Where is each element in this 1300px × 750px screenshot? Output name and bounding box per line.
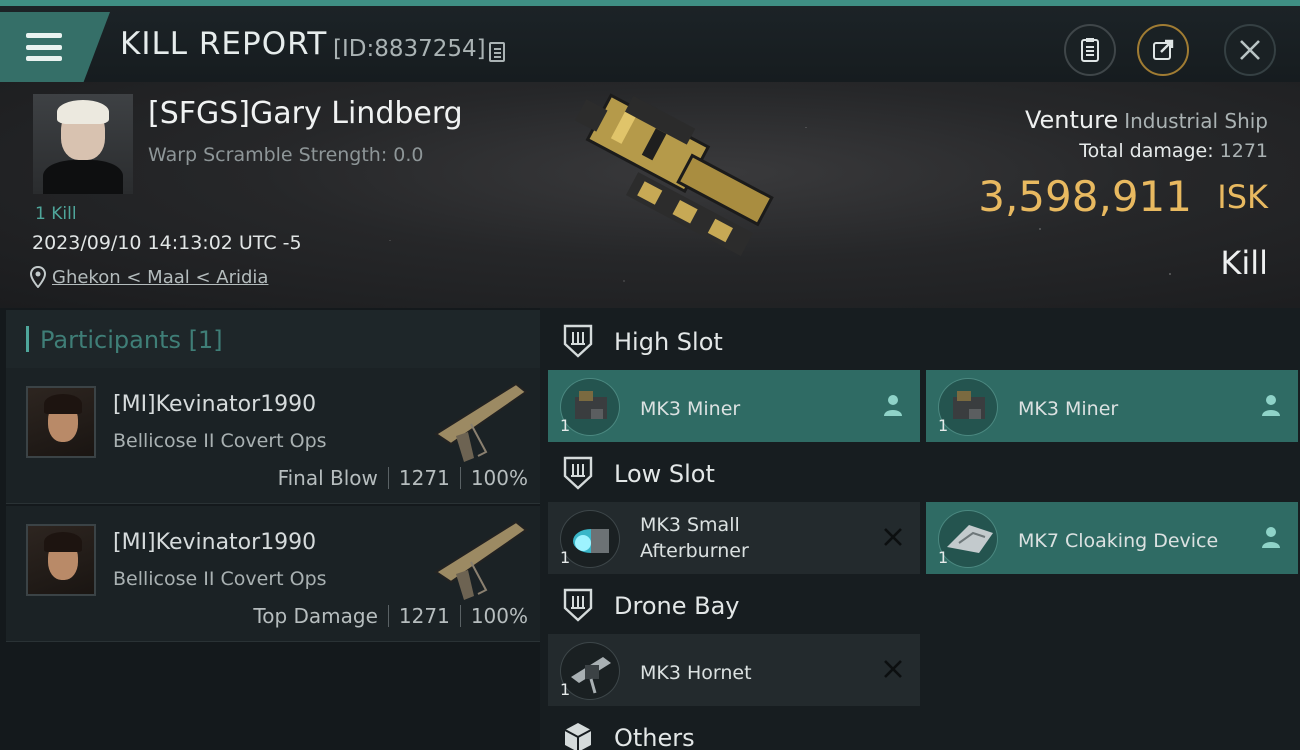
participant-damage: 1271 — [398, 466, 450, 490]
drone-bay-label: Drone Bay — [614, 592, 740, 620]
pilot-icon — [884, 395, 902, 416]
share-icon — [1153, 39, 1174, 60]
participant-ship-icon — [434, 382, 528, 462]
fitting-panel: High Slot 1 MK3 Miner 1 MK3 Miner Low Sl… — [540, 308, 1300, 750]
participant-name: [MI]Kevinator1990 — [113, 392, 317, 417]
drone-bay-icon — [563, 588, 593, 622]
copy-icon[interactable] — [489, 42, 505, 62]
close-button[interactable] — [1224, 24, 1276, 76]
module-qty: 1 — [938, 416, 949, 435]
high-slot-icon — [563, 324, 593, 358]
drone-bay-section: Drone Bay — [548, 576, 1300, 634]
module-name: MK3 Miner — [1018, 398, 1119, 420]
participant-percent: 100% — [470, 604, 528, 628]
module-name: MK7 Cloaking Device — [1018, 530, 1219, 552]
destroyed-icon — [884, 660, 902, 678]
participants-header: Participants [1] — [6, 310, 540, 368]
high-slot-label: High Slot — [614, 328, 723, 356]
clipboard-button[interactable] — [1064, 24, 1116, 76]
module-slot[interactable]: 1 MK7 Cloaking Device — [926, 502, 1298, 574]
location-link[interactable]: Ghekon < Maal < Aridia — [30, 266, 268, 288]
others-section: Others — [548, 708, 1300, 750]
menu-button[interactable] — [0, 12, 110, 82]
low-slot-label: Low Slot — [614, 460, 715, 488]
module-slot[interactable]: 1 MK3 Miner — [926, 370, 1298, 442]
participant-stats: Top Damage 1271 100% — [253, 604, 528, 628]
close-icon — [1240, 40, 1260, 60]
isk-value: 3,598,911 — [978, 172, 1192, 221]
ship-name[interactable]: Venture — [1025, 106, 1118, 134]
low-slot-icon — [563, 456, 593, 490]
share-button[interactable] — [1137, 24, 1189, 76]
participants-panel: Participants [1] [MI]Kevinator1990 Belli… — [0, 308, 540, 750]
module-slot[interactable]: 1 MK3 Miner — [548, 370, 920, 442]
low-slot-section: Low Slot — [548, 444, 1300, 502]
total-damage-label: Total damage: — [1079, 140, 1214, 162]
module-qty: 1 — [560, 416, 571, 435]
top-bar: KILL REPORT [ID:8837254] — [0, 0, 1300, 82]
participant-percent: 100% — [470, 466, 528, 490]
victim-name[interactable]: [SFGS]Gary Lindberg — [148, 96, 463, 131]
participant-row[interactable]: [MI]Kevinator1990 Bellicose II Covert Op… — [6, 506, 540, 642]
hamburger-icon — [26, 33, 62, 61]
module-name: MK3 Hornet — [640, 662, 752, 684]
location-text: Ghekon < Maal < Aridia — [52, 266, 269, 288]
page-title: KILL REPORT — [120, 26, 328, 62]
module-name: MK3 Miner — [640, 398, 741, 420]
module-slot[interactable]: 1 MK3 Small Afterburner — [548, 502, 920, 574]
location-pin-icon — [30, 266, 46, 288]
module-name: MK3 Small Afterburner — [640, 514, 749, 562]
participant-ship: Bellicose II Covert Ops — [113, 430, 327, 452]
ship-image — [575, 93, 774, 257]
ship-name-line: Venture Industrial Ship — [1025, 106, 1268, 134]
kill-result: Kill — [1220, 244, 1268, 282]
participant-stats: Final Blow 1271 100% — [278, 466, 528, 490]
pilot-icon — [1262, 395, 1280, 416]
participant-avatar[interactable] — [26, 386, 96, 458]
participant-damage: 1271 — [398, 604, 450, 628]
high-slot-section: High Slot — [548, 312, 1300, 370]
participant-role: Top Damage — [253, 604, 378, 628]
participant-row[interactable]: [MI]Kevinator1990 Bellicose II Covert Op… — [6, 368, 540, 504]
kill-datetime: 2023/09/10 14:13:02 UTC -5 — [32, 232, 302, 254]
kill-summary-header: [SFGS]Gary Lindberg Warp Scramble Streng… — [0, 82, 1300, 308]
module-qty: 1 — [560, 548, 571, 567]
total-damage-value: 1271 — [1219, 140, 1268, 162]
participant-ship-icon — [434, 520, 528, 600]
module-slot[interactable]: 1 MK3 Hornet — [548, 634, 920, 706]
report-id: [ID:8837254] — [333, 36, 486, 62]
kill-count: 1 Kill — [35, 204, 77, 224]
others-label: Others — [614, 724, 695, 750]
participant-role: Final Blow — [277, 466, 378, 490]
destroyed-icon — [884, 528, 902, 546]
isk-label: ISK — [1217, 178, 1268, 216]
total-damage: Total damage: 1271 — [1079, 140, 1268, 162]
ship-class: Industrial Ship — [1124, 109, 1268, 133]
module-qty: 1 — [560, 680, 571, 699]
cube-icon — [564, 723, 592, 750]
pilot-icon — [1262, 527, 1280, 548]
participant-name: [MI]Kevinator1990 — [113, 530, 317, 555]
participant-ship: Bellicose II Covert Ops — [113, 568, 327, 590]
warp-scramble-strength: Warp Scramble Strength: 0.0 — [148, 144, 424, 166]
clipboard-icon — [1081, 38, 1099, 62]
module-qty: 1 — [938, 548, 949, 567]
victim-portrait[interactable] — [33, 94, 133, 194]
participant-avatar[interactable] — [26, 524, 96, 596]
participants-title: Participants [1] — [40, 326, 223, 354]
